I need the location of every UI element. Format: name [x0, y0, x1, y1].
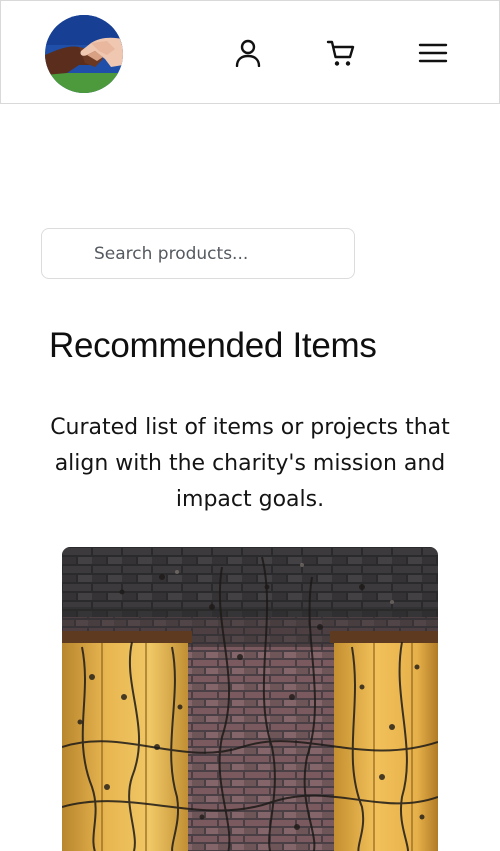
page-title: Recommended Items — [49, 326, 377, 365]
page: Recommended Items Curated list of items … — [0, 0, 500, 851]
cart-icon-graphic — [326, 40, 355, 66]
handshake-logo-graphic — [45, 15, 123, 93]
product-image[interactable] — [62, 547, 438, 851]
user-icon-graphic — [235, 39, 261, 67]
hamburger-menu-icon[interactable] — [417, 37, 449, 69]
site-header — [0, 0, 500, 104]
product-image-graphic — [62, 547, 438, 851]
page-description: Curated list of items or projects that a… — [50, 415, 450, 512]
user-icon[interactable] — [232, 37, 264, 69]
handshake-logo[interactable] — [45, 15, 123, 93]
cart-icon[interactable] — [325, 37, 357, 69]
search-box — [41, 228, 355, 279]
search-input[interactable] — [42, 229, 354, 278]
hamburger-menu-icon-graphic — [418, 43, 448, 63]
